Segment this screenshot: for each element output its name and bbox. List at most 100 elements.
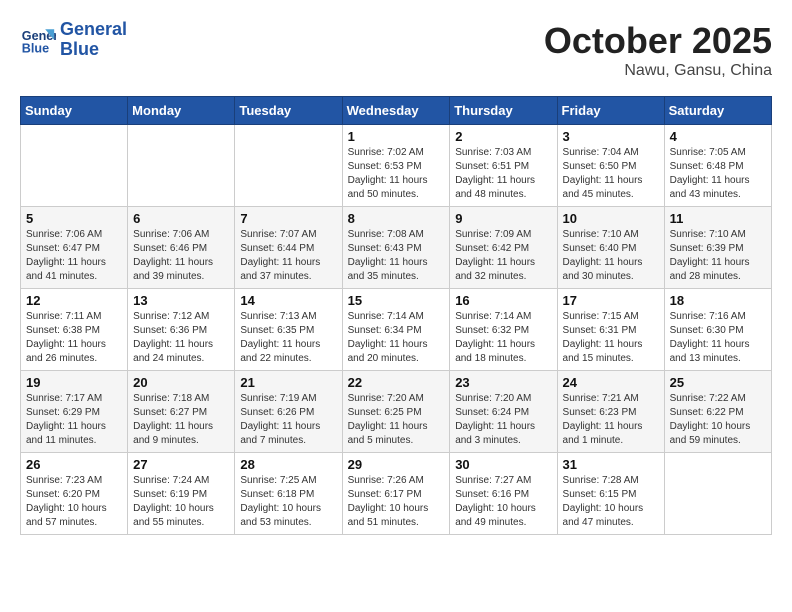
day-number: 6 xyxy=(133,211,229,226)
calendar-cell: 9Sunrise: 7:09 AM Sunset: 6:42 PM Daylig… xyxy=(450,207,557,289)
day-number: 4 xyxy=(670,129,766,144)
weekday-header-wednesday: Wednesday xyxy=(342,97,450,125)
day-info: Sunrise: 7:23 AM Sunset: 6:20 PM Dayligh… xyxy=(26,474,122,530)
day-number: 15 xyxy=(348,293,445,308)
day-info: Sunrise: 7:20 AM Sunset: 6:24 PM Dayligh… xyxy=(455,392,551,448)
calendar-cell: 27 Sunrise: 7:24 AM Sunset: 6:19 PM Dayli… xyxy=(128,453,235,535)
day-number: 29 xyxy=(348,457,445,472)
title-block: October 2025 Nawu, Gansu, China xyxy=(544,20,772,80)
day-number: 5 xyxy=(26,211,122,226)
calendar-cell: 2 Sunrise: 7:03 AM Sunset: 6:51 PM Daylig… xyxy=(450,125,557,207)
day-info: Sunrise: 7:05 AM Sunset: 6:48 PM Dayligh… xyxy=(670,146,766,202)
calendar-cell: 26 Sunrise: 7:23 AM Sunset: 6:20 PM Dayli… xyxy=(21,453,128,535)
calendar-cell: 31 Sunrise: 7:28 AM Sunset: 6:15 PM Dayli… xyxy=(557,453,664,535)
logo-line2: Blue xyxy=(60,40,127,60)
day-info: Sunrise: 7:16 AM Sunset: 6:30 PM Dayligh… xyxy=(670,310,766,366)
weekday-header-tuesday: Tuesday xyxy=(235,97,342,125)
location-subtitle: Nawu, Gansu, China xyxy=(544,62,772,80)
day-number: 22 xyxy=(348,375,445,390)
day-number: 26 xyxy=(26,457,122,472)
calendar-cell: 23 Sunrise: 7:20 AM Sunset: 6:24 PM Dayli… xyxy=(450,371,557,453)
day-info: Sunrise: 7:21 AM Sunset: 6:23 PM Dayligh… xyxy=(563,392,659,448)
calendar-cell: 30Sunrise: 7:27 AM Sunset: 6:16 PM Dayli… xyxy=(450,453,557,535)
day-number: 8 xyxy=(348,211,445,226)
day-info: Sunrise: 7:13 AM Sunset: 6:35 PM Dayligh… xyxy=(240,310,336,366)
calendar-cell: 5 Sunrise: 7:06 AM Sunset: 6:47 PM Daylig… xyxy=(21,207,128,289)
calendar-cell xyxy=(21,125,128,207)
day-number: 21 xyxy=(240,375,336,390)
day-number: 27 xyxy=(133,457,229,472)
calendar-table: SundayMondayTuesdayWednesdayThursdayFrid… xyxy=(20,96,772,535)
day-number: 24 xyxy=(563,375,659,390)
day-info: Sunrise: 7:19 AM Sunset: 6:26 PM Dayligh… xyxy=(240,392,336,448)
day-info: Sunrise: 7:07 AM Sunset: 6:44 PM Dayligh… xyxy=(240,228,336,284)
calendar-cell: 14 Sunrise: 7:13 AM Sunset: 6:35 PM Dayli… xyxy=(235,289,342,371)
day-number: 10 xyxy=(563,211,659,226)
calendar-cell: 20 Sunrise: 7:18 AM Sunset: 6:27 PM Dayli… xyxy=(128,371,235,453)
day-number: 18 xyxy=(670,293,766,308)
day-info: Sunrise: 7:17 AM Sunset: 6:29 PM Dayligh… xyxy=(26,392,122,448)
calendar-week-4: 19 Sunrise: 7:17 AM Sunset: 6:29 PM Dayli… xyxy=(21,371,772,453)
day-info: Sunrise: 7:14 AM Sunset: 6:34 PM Dayligh… xyxy=(348,310,445,366)
day-info: Sunrise: 7:22 AM Sunset: 6:22 PM Dayligh… xyxy=(670,392,766,448)
day-number: 19 xyxy=(26,375,122,390)
day-info: Sunrise: 7:24 AM Sunset: 6:19 PM Dayligh… xyxy=(133,474,229,530)
logo-line1: General xyxy=(60,20,127,40)
weekday-header-monday: Monday xyxy=(128,97,235,125)
calendar-cell: 12 Sunrise: 7:11 AM Sunset: 6:38 PM Dayli… xyxy=(21,289,128,371)
weekday-header-thursday: Thursday xyxy=(450,97,557,125)
day-info: Sunrise: 7:20 AM Sunset: 6:25 PM Dayligh… xyxy=(348,392,445,448)
calendar-cell: 16 Sunrise: 7:14 AM Sunset: 6:32 PM Dayli… xyxy=(450,289,557,371)
day-number: 12 xyxy=(26,293,122,308)
calendar-week-5: 26 Sunrise: 7:23 AM Sunset: 6:20 PM Dayli… xyxy=(21,453,772,535)
calendar-cell: 22 Sunrise: 7:20 AM Sunset: 6:25 PM Dayli… xyxy=(342,371,450,453)
day-info: Sunrise: 7:06 AM Sunset: 6:47 PM Dayligh… xyxy=(26,228,122,284)
logo-icon: General Blue xyxy=(20,22,56,58)
weekday-header-saturday: Saturday xyxy=(664,97,771,125)
day-number: 2 xyxy=(455,129,551,144)
calendar-week-1: 1Sunrise: 7:02 AM Sunset: 6:53 PM Daylig… xyxy=(21,125,772,207)
day-number: 16 xyxy=(455,293,551,308)
day-number: 31 xyxy=(563,457,659,472)
calendar-cell: 8 Sunrise: 7:08 AM Sunset: 6:43 PM Daylig… xyxy=(342,207,450,289)
calendar-cell: 21 Sunrise: 7:19 AM Sunset: 6:26 PM Dayli… xyxy=(235,371,342,453)
calendar-cell xyxy=(235,125,342,207)
day-number: 13 xyxy=(133,293,229,308)
day-info: Sunrise: 7:06 AM Sunset: 6:46 PM Dayligh… xyxy=(133,228,229,284)
day-number: 1 xyxy=(348,129,445,144)
page-header: General Blue General Blue October 2025 N… xyxy=(20,20,772,80)
calendar-cell: 10 Sunrise: 7:10 AM Sunset: 6:40 PM Dayli… xyxy=(557,207,664,289)
weekday-header-sunday: Sunday xyxy=(21,97,128,125)
day-info: Sunrise: 7:18 AM Sunset: 6:27 PM Dayligh… xyxy=(133,392,229,448)
day-info: Sunrise: 7:04 AM Sunset: 6:50 PM Dayligh… xyxy=(563,146,659,202)
day-info: Sunrise: 7:12 AM Sunset: 6:36 PM Dayligh… xyxy=(133,310,229,366)
day-number: 30 xyxy=(455,457,551,472)
day-number: 25 xyxy=(670,375,766,390)
svg-text:Blue: Blue xyxy=(22,41,49,55)
calendar-cell: 3 Sunrise: 7:04 AM Sunset: 6:50 PM Daylig… xyxy=(557,125,664,207)
calendar-week-2: 5 Sunrise: 7:06 AM Sunset: 6:47 PM Daylig… xyxy=(21,207,772,289)
day-info: Sunrise: 7:15 AM Sunset: 6:31 PM Dayligh… xyxy=(563,310,659,366)
calendar-cell: 15 Sunrise: 7:14 AM Sunset: 6:34 PM Dayli… xyxy=(342,289,450,371)
day-info: Sunrise: 7:03 AM Sunset: 6:51 PM Dayligh… xyxy=(455,146,551,202)
day-info: Sunrise: 7:10 AM Sunset: 6:40 PM Dayligh… xyxy=(563,228,659,284)
day-info: Sunrise: 7:14 AM Sunset: 6:32 PM Dayligh… xyxy=(455,310,551,366)
day-info: Sunrise: 7:28 AM Sunset: 6:15 PM Dayligh… xyxy=(563,474,659,530)
day-number: 17 xyxy=(563,293,659,308)
calendar-cell: 29Sunrise: 7:26 AM Sunset: 6:17 PM Dayli… xyxy=(342,453,450,535)
day-number: 3 xyxy=(563,129,659,144)
calendar-week-3: 12 Sunrise: 7:11 AM Sunset: 6:38 PM Dayli… xyxy=(21,289,772,371)
month-title: October 2025 xyxy=(544,20,772,62)
calendar-cell: 28 Sunrise: 7:25 AM Sunset: 6:18 PM Dayli… xyxy=(235,453,342,535)
day-number: 20 xyxy=(133,375,229,390)
day-number: 11 xyxy=(670,211,766,226)
calendar-cell: 11Sunrise: 7:10 AM Sunset: 6:39 PM Dayli… xyxy=(664,207,771,289)
calendar-header-row: SundayMondayTuesdayWednesdayThursdayFrid… xyxy=(21,97,772,125)
day-info: Sunrise: 7:11 AM Sunset: 6:38 PM Dayligh… xyxy=(26,310,122,366)
day-info: Sunrise: 7:25 AM Sunset: 6:18 PM Dayligh… xyxy=(240,474,336,530)
day-info: Sunrise: 7:08 AM Sunset: 6:43 PM Dayligh… xyxy=(348,228,445,284)
day-number: 14 xyxy=(240,293,336,308)
day-number: 28 xyxy=(240,457,336,472)
calendar-cell: 1Sunrise: 7:02 AM Sunset: 6:53 PM Daylig… xyxy=(342,125,450,207)
day-number: 23 xyxy=(455,375,551,390)
